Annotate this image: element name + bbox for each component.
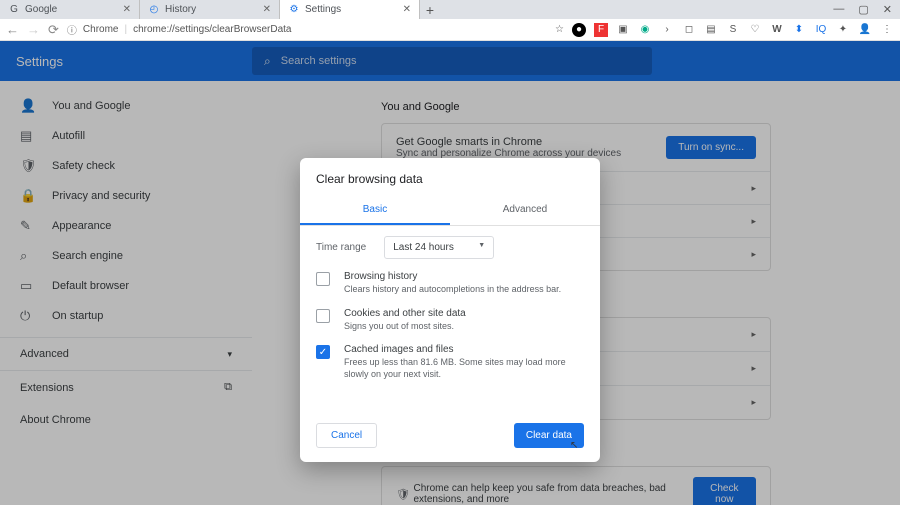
browser-tab-strip: G Google ✕ ◴ History ✕ ⚙ Settings ✕ + — … <box>0 0 900 19</box>
tab-label: Settings <box>305 4 341 15</box>
ext-icon[interactable]: ⬍ <box>792 23 806 37</box>
tab-label: History <box>165 4 196 15</box>
ext-icon[interactable]: ▣ <box>616 23 630 37</box>
ext-icon[interactable]: ▤ <box>704 23 718 37</box>
browser-tab-google[interactable]: G Google ✕ <box>0 0 140 19</box>
history-icon: ◴ <box>148 4 160 16</box>
clear-data-button[interactable]: Clear data <box>514 423 584 448</box>
browser-tab-settings[interactable]: ⚙ Settings ✕ <box>280 0 420 19</box>
dialog-tabs: Basic Advanced <box>300 196 600 226</box>
reload-button[interactable]: ⟳ <box>48 22 59 38</box>
modal-scrim: Clear browsing data Basic Advanced Time … <box>0 41 900 505</box>
menu-icon[interactable]: ⋮ <box>880 23 894 37</box>
close-icon[interactable]: ✕ <box>403 4 411 15</box>
gear-icon: ⚙ <box>288 4 300 16</box>
ext-icon[interactable]: ◉ <box>638 23 652 37</box>
close-icon[interactable]: ✕ <box>123 4 131 15</box>
tab-label: Google <box>25 4 57 15</box>
ext-icon[interactable]: W <box>770 23 784 37</box>
ext-icon[interactable]: S <box>726 23 740 37</box>
checkbox[interactable] <box>316 272 330 286</box>
bookmark-icon[interactable]: ☆ <box>555 24 564 35</box>
ext-icon[interactable]: ◻ <box>682 23 696 37</box>
extensions-icon[interactable]: ✦ <box>836 23 850 37</box>
forward-button[interactable]: → <box>27 22 40 37</box>
google-icon: G <box>8 4 20 16</box>
tab-basic[interactable]: Basic <box>300 196 450 225</box>
url-scheme: Chrome <box>83 24 119 35</box>
profile-icon[interactable]: 👤 <box>858 23 872 37</box>
check-cached[interactable]: ✓ Cached images and files Frees up less … <box>316 344 584 380</box>
maximize-button[interactable]: ▢ <box>858 3 868 16</box>
address-bar[interactable]: ⓘ Chrome | chrome://settings/clearBrowse… <box>67 22 564 37</box>
ext-icon[interactable]: ♡ <box>748 23 762 37</box>
ext-icon[interactable]: F <box>594 23 608 37</box>
close-window-button[interactable]: ✕ <box>883 3 892 16</box>
ext-icon[interactable]: IQ <box>814 23 828 37</box>
site-info-icon[interactable]: ⓘ <box>67 22 77 37</box>
dialog-title: Clear browsing data <box>300 158 600 196</box>
cancel-button[interactable]: Cancel <box>316 423 377 448</box>
minimize-button[interactable]: — <box>833 3 844 16</box>
close-icon[interactable]: ✕ <box>263 4 271 15</box>
ext-icon[interactable]: › <box>660 23 674 37</box>
checkbox-checked[interactable]: ✓ <box>316 345 330 359</box>
tab-advanced[interactable]: Advanced <box>450 196 600 225</box>
check-browsing-history[interactable]: Browsing history Clears history and auto… <box>316 271 584 296</box>
new-tab-button[interactable]: + <box>420 2 440 18</box>
time-range-label: Time range <box>316 242 366 253</box>
time-range-row: Time range Last 24 hours <box>316 236 584 259</box>
back-button[interactable]: ← <box>6 22 19 37</box>
time-range-select[interactable]: Last 24 hours <box>384 236 494 259</box>
checkbox[interactable] <box>316 309 330 323</box>
clear-browsing-data-dialog: Clear browsing data Basic Advanced Time … <box>300 158 600 462</box>
browser-toolbar: ← → ⟳ ⓘ Chrome | chrome://settings/clear… <box>0 19 900 41</box>
check-cookies[interactable]: Cookies and other site data Signs you ou… <box>316 308 584 333</box>
browser-tab-history[interactable]: ◴ History ✕ <box>140 0 280 19</box>
url-path: chrome://settings/clearBrowserData <box>133 24 291 35</box>
ext-icon[interactable]: ● <box>572 23 586 37</box>
